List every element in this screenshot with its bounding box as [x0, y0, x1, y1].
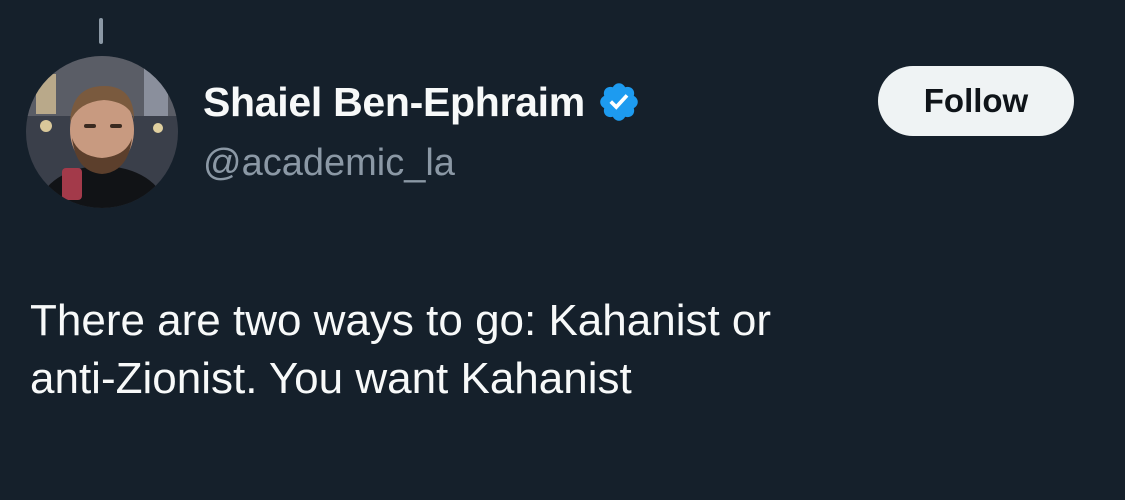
author-handle[interactable]: @academic_la — [203, 142, 455, 185]
verified-badge-icon[interactable] — [597, 80, 641, 124]
tweet-text-line: anti-Zionist. You want Kahanist — [30, 354, 632, 403]
author-display-name[interactable]: Shaiel Ben-Ephraim — [203, 79, 585, 126]
avatar-photo — [26, 56, 178, 208]
author-name-row: Shaiel Ben-Ephraim — [203, 74, 641, 130]
tweet-text: There are two ways to go: Kahanist or an… — [30, 292, 1090, 408]
follow-button[interactable]: Follow — [878, 66, 1074, 136]
thread-connector-line — [99, 18, 103, 44]
tweet-text-line: There are two ways to go: Kahanist or — [30, 296, 772, 345]
avatar[interactable] — [26, 56, 178, 208]
